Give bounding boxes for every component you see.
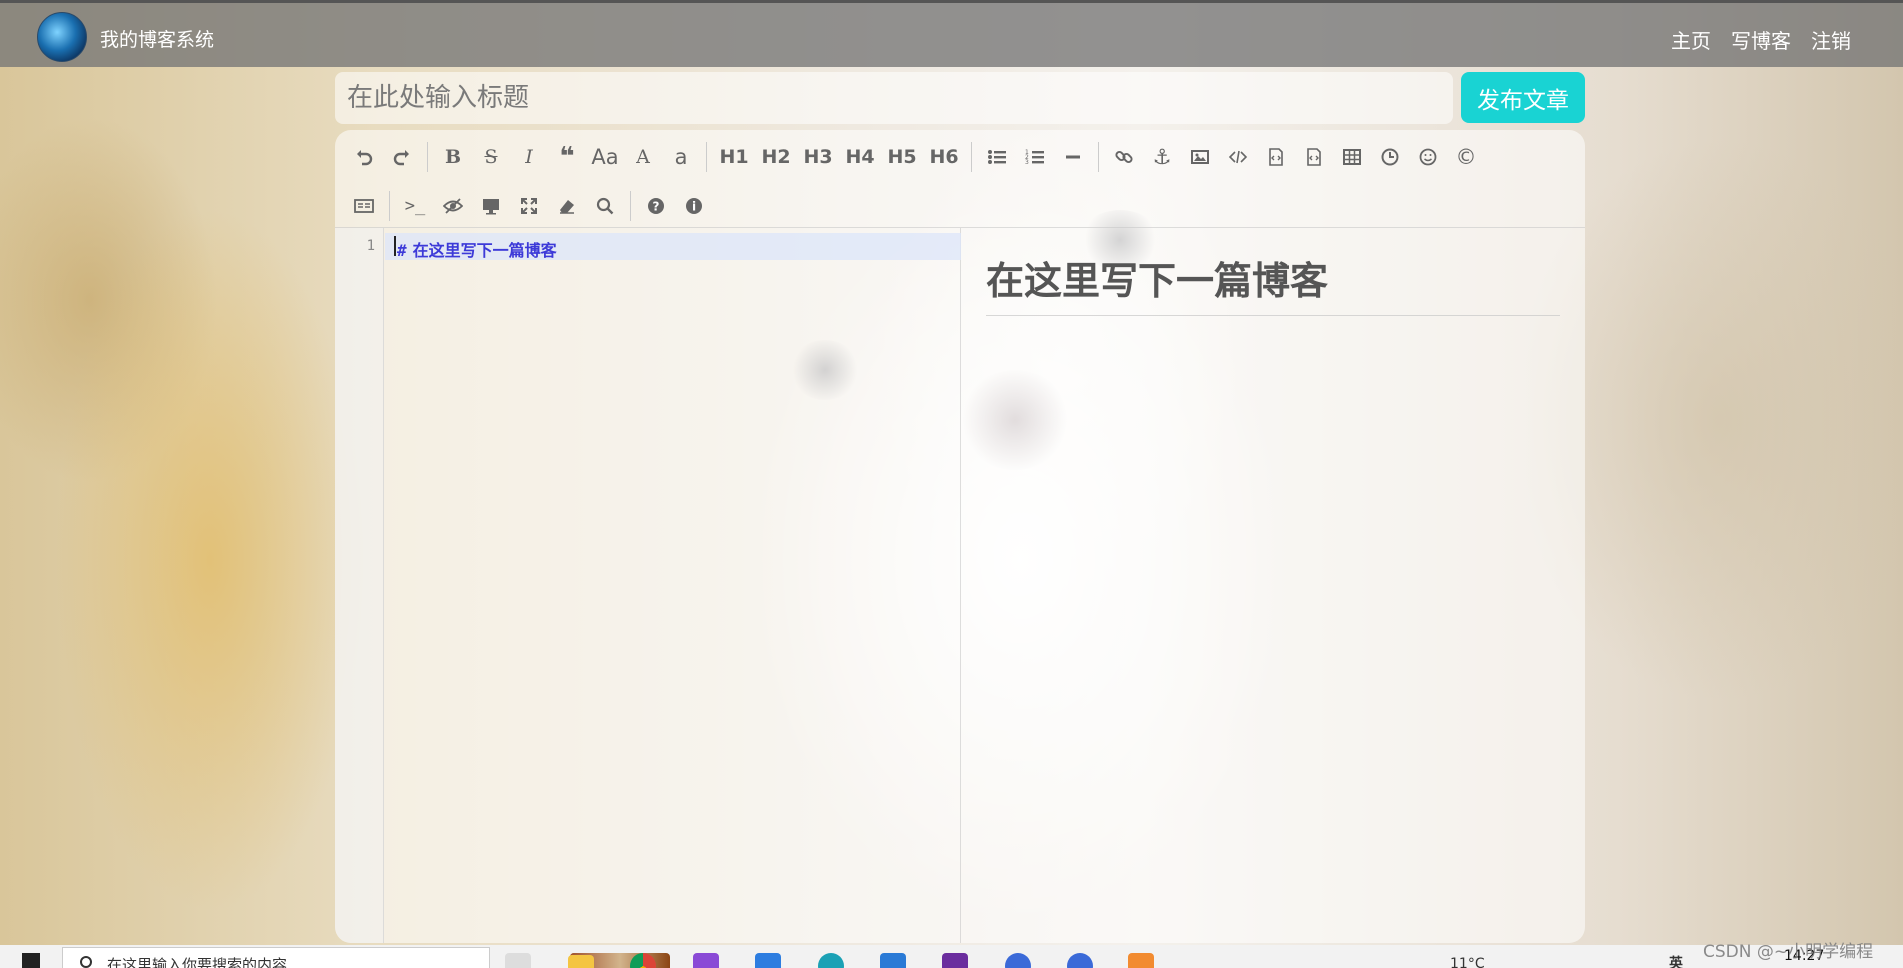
brand-title: 我的博客系统 [100, 29, 215, 51]
help-icon[interactable]: ? [637, 189, 675, 223]
strikethrough-icon[interactable]: S [472, 140, 510, 174]
info-icon[interactable]: i [675, 189, 713, 223]
nav-logout-link[interactable]: 注销 [1811, 25, 1851, 54]
file-explorer-icon[interactable] [568, 955, 594, 968]
watermark: CSDN @~小明学编程 [1703, 942, 1874, 962]
app-icon[interactable] [1067, 953, 1093, 968]
emoji-icon[interactable] [1409, 140, 1447, 174]
preview-heading: 在这里写下一篇博客 [986, 250, 1560, 316]
toolbar-divider [706, 142, 707, 172]
code-block-icon[interactable] [1295, 140, 1333, 174]
line-number: 1 [366, 238, 375, 254]
image-icon[interactable] [1181, 140, 1219, 174]
lowercase-icon[interactable]: a [662, 140, 700, 174]
search-icon[interactable] [586, 189, 624, 223]
unordered-list-icon[interactable] [978, 140, 1016, 174]
bold-icon[interactable]: B [434, 140, 472, 174]
horizontal-rule-icon[interactable] [1054, 140, 1092, 174]
visual-studio-icon[interactable] [693, 953, 719, 968]
task-view-icon[interactable] [505, 953, 531, 968]
publish-button[interactable]: 发布文章 [1461, 72, 1585, 123]
uppercase-icon[interactable]: Aa [586, 140, 624, 174]
edge-icon[interactable] [818, 953, 844, 968]
svg-text:i: i [692, 200, 696, 214]
h4-button[interactable]: H4 [839, 140, 881, 174]
system-tray: 11°C 英 [1450, 953, 1683, 968]
weather-temp[interactable]: 11°C [1450, 956, 1485, 968]
taskbar-search-icon [80, 956, 92, 968]
toolbar-divider [630, 191, 631, 221]
watch-toggle-icon[interactable] [434, 189, 472, 223]
h3-button[interactable]: H3 [797, 140, 839, 174]
app-icon[interactable] [755, 953, 781, 968]
table-icon[interactable] [1333, 140, 1371, 174]
fullscreen-icon[interactable] [510, 189, 548, 223]
ime-indicator[interactable]: 英 [1669, 956, 1683, 968]
toolbar-divider [389, 191, 390, 221]
nav-write-blog-link[interactable]: 写博客 [1731, 25, 1791, 54]
markdown-editor: B S I ❝ Aa A a H1 H2 H3 H4 H5 H6 123 ⚓ ©… [335, 130, 1585, 943]
preformatted-code-icon[interactable] [1257, 140, 1295, 174]
code-editor-pane[interactable]: 1 # 在这里写下一篇博客 [335, 228, 961, 943]
nav-links: 主页 写博客 注销 [1671, 25, 1851, 54]
datetime-icon[interactable] [1371, 140, 1409, 174]
title-input[interactable] [335, 72, 1453, 124]
markdown-preview-pane: 在这里写下一篇博客 [962, 228, 1585, 943]
goto-line-icon[interactable]: >_ [396, 189, 434, 223]
windows-start-icon[interactable] [22, 953, 40, 968]
intellij-icon[interactable] [942, 953, 968, 968]
preview-desktop-icon[interactable] [472, 189, 510, 223]
svg-text:3: 3 [1025, 159, 1029, 166]
taskbar-search-input[interactable]: 在这里输入你要搜索的内容 [62, 947, 490, 968]
quote-icon[interactable]: ❝ [548, 140, 586, 174]
nav-home-link[interactable]: 主页 [1671, 25, 1711, 54]
os-taskbar: 在这里输入你要搜索的内容 11°C 英 14:27 [0, 945, 1903, 968]
logo-avatar [37, 12, 87, 62]
clear-eraser-icon[interactable] [548, 189, 586, 223]
svg-text:?: ? [653, 200, 660, 214]
link-icon[interactable] [1105, 140, 1143, 174]
page-break-icon[interactable] [345, 189, 383, 223]
undo-icon[interactable] [345, 140, 383, 174]
italic-icon[interactable]: I [510, 140, 548, 174]
font-uppercase-icon[interactable]: A [624, 140, 662, 174]
navbar: 我的博客系统 主页 写博客 注销 [0, 0, 1903, 67]
ordered-list-icon[interactable]: 123 [1016, 140, 1054, 174]
editor-toolbar: B S I ❝ Aa A a H1 H2 H3 H4 H5 H6 123 ⚓ ©… [335, 130, 1585, 228]
toolbar-divider [1098, 142, 1099, 172]
h1-button[interactable]: H1 [713, 140, 755, 174]
title-row: 发布文章 [335, 72, 1585, 124]
redo-icon[interactable] [383, 140, 421, 174]
h5-button[interactable]: H5 [881, 140, 923, 174]
vscode-icon[interactable] [880, 953, 906, 968]
h6-button[interactable]: H6 [923, 140, 965, 174]
code-icon[interactable] [1219, 140, 1257, 174]
h2-button[interactable]: H2 [755, 140, 797, 174]
line-number-gutter: 1 [335, 228, 384, 943]
app-icon[interactable] [1128, 953, 1154, 968]
toolbar-divider [427, 142, 428, 172]
text-cursor [394, 236, 396, 256]
app-icon[interactable] [1005, 953, 1031, 968]
html-entities-icon[interactable]: © [1447, 140, 1485, 174]
markdown-line[interactable]: # 在这里写下一篇博客 [397, 237, 557, 261]
anchor-icon[interactable]: ⚓ [1143, 140, 1181, 174]
toolbar-divider [971, 142, 972, 172]
